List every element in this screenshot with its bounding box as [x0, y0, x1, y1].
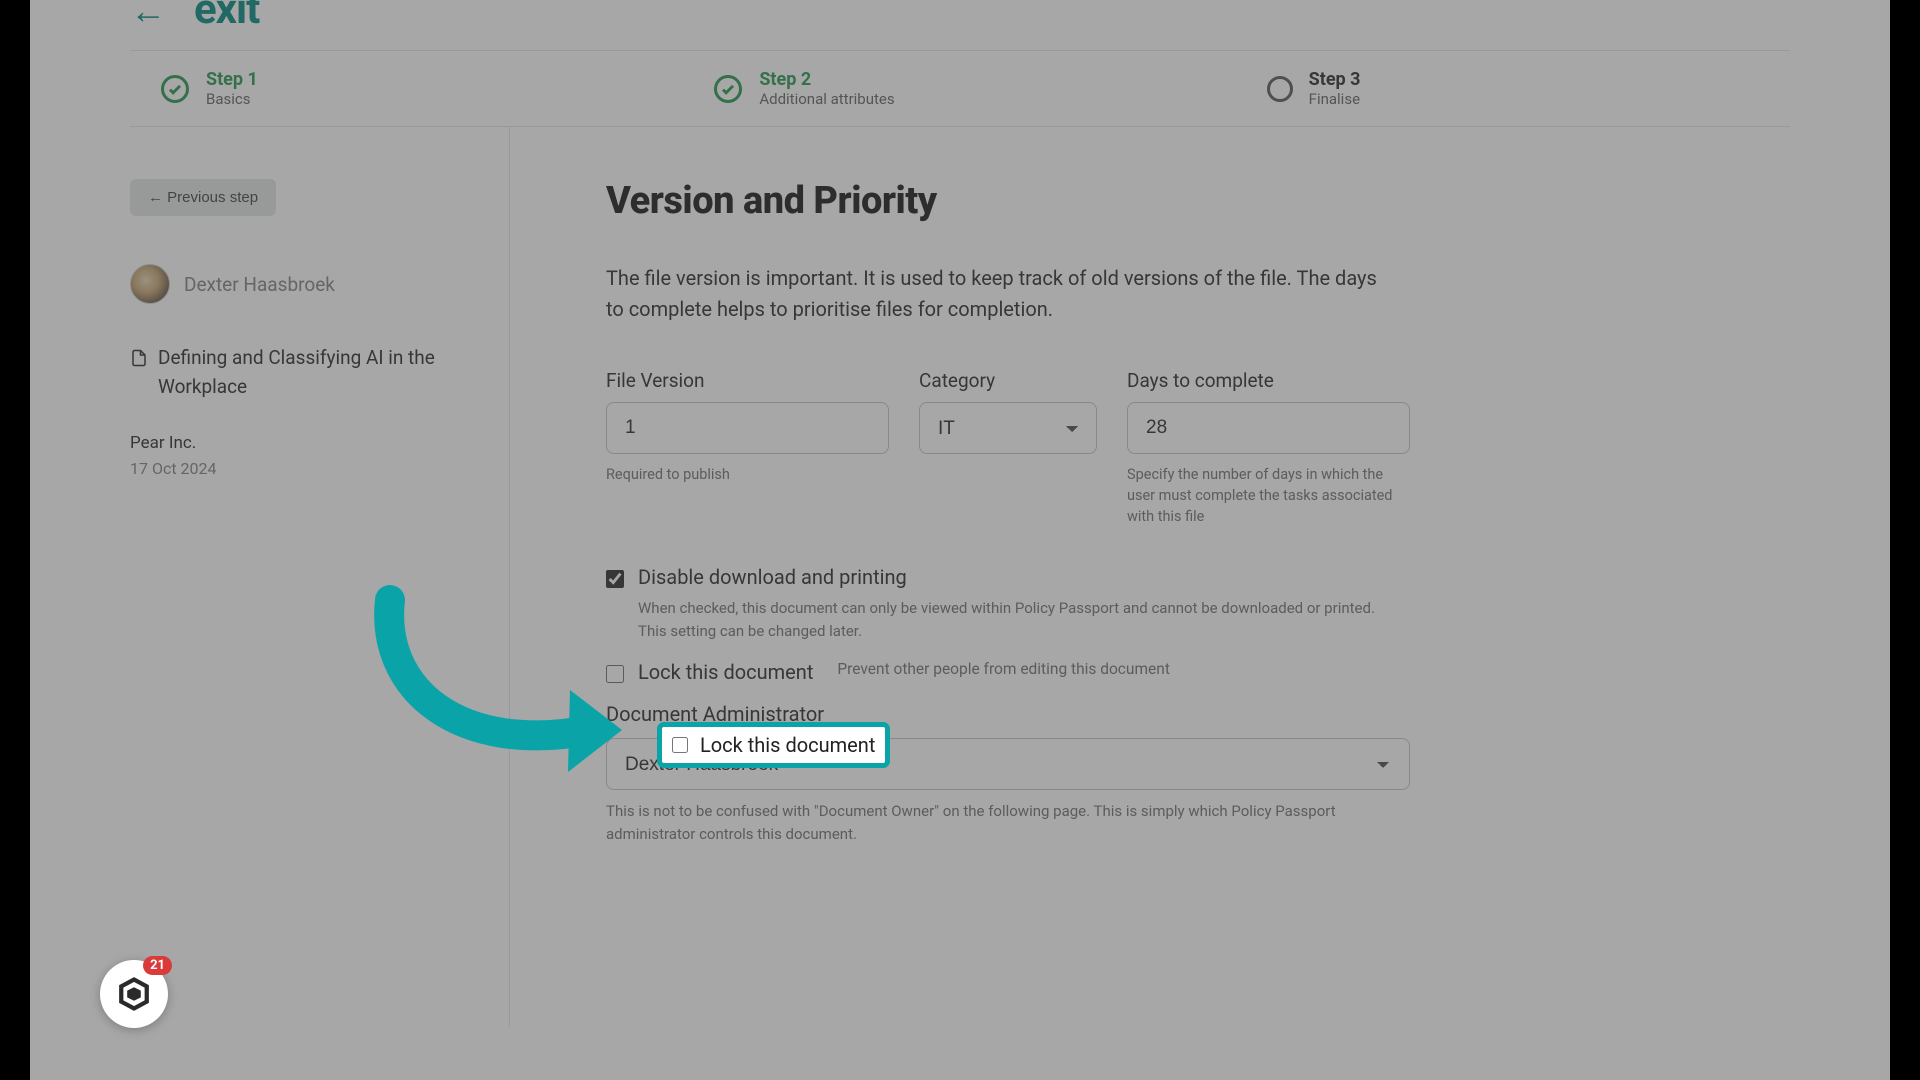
page-container: ← exit Step 1 Basics Step 2 Additional a…: [30, 0, 1890, 1080]
file-version-input[interactable]: [606, 402, 889, 454]
page-title: Version and Priority: [606, 179, 1410, 223]
disable-download-helper: When checked, this document can only be …: [638, 597, 1398, 642]
lock-document-helper: Prevent other people from editing this d…: [837, 660, 1170, 678]
user-row: Dexter Haasbroek: [130, 264, 479, 304]
stepper: Step 1 Basics Step 2 Additional attribut…: [130, 50, 1790, 127]
topbar: ← exit: [30, 0, 1890, 50]
document-title: Defining and Classifying AI in the Workp…: [158, 344, 479, 401]
step-3[interactable]: Step 3 Finalise: [1237, 51, 1790, 126]
back-arrow-icon[interactable]: ←: [130, 0, 166, 32]
check-circle-icon: [713, 74, 743, 104]
file-version-helper: Required to publish: [606, 464, 889, 485]
category-field: Category IT: [919, 369, 1097, 527]
disable-download-row: Disable download and printing: [606, 565, 1410, 589]
step-subtitle: Additional attributes: [759, 90, 894, 108]
user-name: Dexter Haasbroek: [184, 273, 335, 296]
step-2[interactable]: Step 2 Additional attributes: [683, 51, 1236, 126]
document-date: 17 Oct 2024: [130, 459, 479, 478]
annotation-highlight: Lock this document: [657, 722, 890, 768]
document-icon: [130, 348, 148, 401]
lock-document-label: Lock this document: [638, 660, 813, 684]
step-title: Step 1: [206, 69, 258, 90]
lock-document-checkbox-highlight[interactable]: [672, 737, 688, 753]
disable-download-label: Disable download and printing: [638, 565, 907, 589]
lock-document-label-highlight: Lock this document: [700, 733, 875, 757]
category-select[interactable]: IT: [919, 402, 1097, 454]
file-version-field: File Version Required to publish: [606, 369, 889, 527]
previous-step-button[interactable]: ← Previous step: [130, 179, 276, 216]
days-input[interactable]: [1127, 402, 1410, 454]
check-circle-icon: [160, 74, 190, 104]
category-label: Category: [919, 369, 1097, 392]
days-field: Days to complete Specify the number of d…: [1127, 369, 1410, 527]
step-title: Step 3: [1309, 69, 1361, 90]
file-version-label: File Version: [606, 369, 889, 392]
step-1[interactable]: Step 1 Basics: [130, 51, 683, 126]
annotation-arrow-icon: [350, 580, 640, 800]
org-name: Pear Inc.: [130, 433, 479, 453]
lock-document-row: Lock this document Prevent other people …: [606, 660, 1410, 684]
admin-helper: This is not to be confused with "Documen…: [606, 800, 1406, 845]
document-row: Defining and Classifying AI in the Workp…: [130, 344, 479, 401]
chat-widget[interactable]: 21: [100, 960, 168, 1028]
avatar: [130, 264, 170, 304]
circle-icon: [1267, 76, 1293, 102]
days-label: Days to complete: [1127, 369, 1410, 392]
content: ← Previous step Dexter Haasbroek Definin…: [130, 127, 1790, 1027]
days-helper: Specify the number of days in which the …: [1127, 464, 1410, 527]
chat-badge: 21: [143, 956, 172, 975]
intro-text: The file version is important. It is use…: [606, 263, 1386, 325]
main-panel: Version and Priority The file version is…: [510, 127, 1410, 1027]
sidebar: ← Previous step Dexter Haasbroek Definin…: [130, 127, 510, 1027]
step-subtitle: Finalise: [1309, 90, 1361, 108]
chat-logo-icon: [117, 977, 151, 1011]
exit-link[interactable]: exit: [194, 0, 259, 34]
step-title: Step 2: [759, 69, 894, 90]
step-subtitle: Basics: [206, 90, 258, 108]
